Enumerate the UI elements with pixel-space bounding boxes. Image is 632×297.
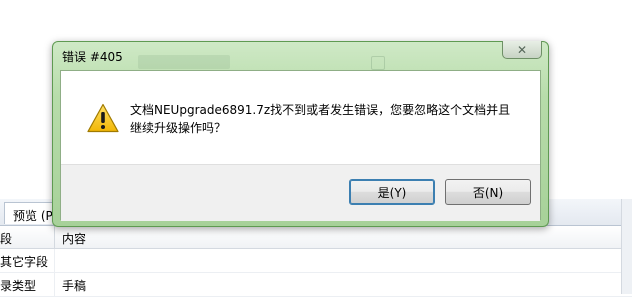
column-divider: [54, 273, 55, 296]
field-value-cell: 手稿: [62, 279, 87, 293]
column-header-field[interactable]: 段: [0, 230, 12, 247]
close-icon: ✕: [516, 42, 528, 57]
column-divider: [54, 226, 55, 248]
column-header-content[interactable]: 内容: [62, 230, 86, 247]
tab-preview-label: 预览 (P: [13, 209, 53, 223]
yes-button[interactable]: 是(Y): [349, 179, 435, 205]
error-message-line: 继续升级操作吗？: [130, 121, 227, 135]
field-name-cell: 录类型: [0, 279, 37, 293]
no-button[interactable]: 否(N): [445, 179, 531, 205]
table-row[interactable]: 其它字段: [0, 249, 632, 273]
column-divider: [54, 249, 55, 272]
dialog-body: 文档NEUpgrade6891.7z找不到或者发生错误，您要忽略这个文档并且 继…: [60, 70, 541, 221]
error-message: 文档NEUpgrade6891.7z找不到或者发生错误，您要忽略这个文档并且 继…: [130, 101, 530, 137]
table-row[interactable]: 录类型 手稿: [0, 273, 632, 297]
error-dialog: 错误 #405 ✕ 文档NEUpgrade6891.7z找不到或者发生错误，您要: [52, 41, 549, 227]
dialog-title: 错误 #405: [62, 50, 123, 64]
background-blur-artifact: [371, 56, 385, 70]
error-message-line: 文档NEUpgrade6891.7z找不到或者发生错误，您要忽略这个文档并且: [130, 103, 511, 117]
close-button[interactable]: ✕: [502, 41, 542, 59]
field-name-cell: 其它字段: [0, 255, 49, 269]
table-header: 段 内容: [0, 226, 632, 249]
vertical-scrollbar[interactable]: [621, 199, 632, 294]
warning-icon: [87, 103, 119, 133]
dialog-title-bar[interactable]: 错误 #405 ✕: [53, 41, 548, 71]
button-row: 是(Y) 否(N): [61, 164, 540, 221]
background-blur-artifact: [138, 55, 230, 69]
message-area: 文档NEUpgrade6891.7z找不到或者发生错误，您要忽略这个文档并且 继…: [61, 71, 540, 164]
